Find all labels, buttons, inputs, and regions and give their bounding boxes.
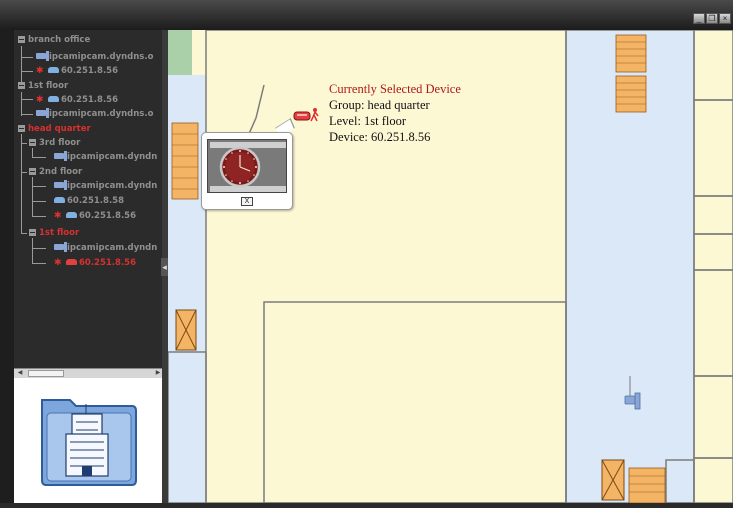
tree-group-head-quarter[interactable]: head quarter	[18, 122, 91, 136]
running-man-icon: ✱	[54, 211, 62, 221]
tree-connector	[32, 248, 46, 249]
tree-item-dvr[interactable]: ✱ 60.251.8.56	[36, 64, 118, 78]
camera-icon	[54, 180, 67, 190]
collapse-icon[interactable]	[18, 36, 25, 43]
tree-connector	[21, 57, 33, 58]
camera-icon	[36, 51, 49, 61]
tree-item-label: head quarter	[28, 124, 91, 134]
restore-button[interactable]: ❐	[706, 13, 718, 24]
tree-group-3rd-floor[interactable]: 3rd floor	[29, 136, 80, 150]
tree-group-1st-floor[interactable]: 1st floor	[18, 79, 68, 93]
selected-device-info: Currently Selected Device Group: head qu…	[329, 81, 461, 145]
left-frame	[0, 30, 14, 508]
tree-item-label: 60.251.8.56	[79, 258, 137, 268]
popup-close-button[interactable]: X	[241, 197, 253, 206]
tree-item-camera[interactable]: ipcamipcam.dyndns.o	[36, 50, 153, 64]
tree-connector	[21, 92, 22, 116]
tree-connector	[32, 186, 46, 187]
dvr-icon	[66, 259, 77, 265]
tree-connector	[21, 143, 27, 144]
tree-connector	[21, 172, 27, 173]
dvr-icon	[48, 96, 59, 102]
tree-item-label: ipcamipcam.dyndn	[67, 181, 158, 191]
scroll-left-icon[interactable]: ◀	[15, 369, 25, 378]
tree-item-label: ipcamipcam.dyndn	[67, 243, 158, 253]
tree-connector	[32, 177, 33, 217]
info-level: Level: 1st floor	[329, 114, 407, 128]
tree-item-label: 60.251.8.56	[79, 211, 137, 221]
tree-item-dvr[interactable]: ✱ 60.251.8.56	[36, 93, 118, 107]
tree-horizontal-scrollbar[interactable]: ◀ ▶	[14, 368, 164, 378]
close-button[interactable]: ×	[719, 13, 731, 24]
tree-connector	[32, 157, 46, 158]
camera-icon	[54, 242, 67, 252]
tree-connector	[32, 238, 33, 264]
tree-item-label: 1st floor	[39, 228, 80, 238]
device-tree[interactable]: branch office ipcamipcam.dyndns.o ✱ 60.25…	[14, 30, 164, 368]
collapse-icon[interactable]	[29, 139, 36, 146]
tree-item-camera[interactable]: ipcamipcam.dyndns.o	[36, 107, 153, 121]
camera-icon	[36, 108, 49, 118]
tree-item-label: 60.251.8.56	[61, 66, 119, 76]
tree-connector	[21, 233, 27, 234]
dvr-icon	[66, 212, 77, 218]
tree-item-label: 60.251.8.56	[61, 95, 119, 105]
tree-group-branch-office[interactable]: branch office	[18, 33, 90, 47]
title-bar: _ ❐ ×	[0, 0, 733, 30]
info-group: Group: head quarter	[329, 98, 430, 112]
running-man-icon: ✱	[36, 66, 44, 76]
window-controls: _ ❐ ×	[693, 13, 731, 24]
tree-item-camera[interactable]: ipcamipcam.dyndn	[54, 179, 157, 193]
dvr-icon	[48, 67, 59, 73]
tree-connector	[21, 134, 22, 234]
building-preview[interactable]	[14, 378, 162, 503]
scrollbar-thumb[interactable]	[28, 370, 64, 377]
tree-item-label: branch office	[28, 35, 91, 45]
camera-icon	[54, 151, 67, 161]
tree-item-label: 2nd floor	[39, 167, 83, 177]
building-icon	[41, 399, 137, 486]
tree-connector	[21, 99, 33, 100]
tree-connector	[32, 201, 46, 202]
tree-item-dvr[interactable]: ✱ 60.251.8.56	[54, 209, 136, 223]
tree-item-camera[interactable]: ipcamipcam.dyndn	[54, 241, 157, 255]
running-man-icon: ✱	[54, 258, 62, 268]
dvr-icon	[54, 197, 65, 203]
tree-connector	[32, 216, 46, 217]
tree-group-1st-floor-hq[interactable]: 1st floor	[29, 226, 79, 240]
collapse-icon[interactable]	[29, 229, 36, 236]
tree-item-camera[interactable]: ipcamipcam.dyndn	[54, 150, 157, 164]
collapse-icon[interactable]	[18, 82, 25, 89]
tree-item-label: 3rd floor	[39, 138, 81, 148]
tree-item-dvr-selected[interactable]: ✱ 60.251.8.56	[54, 256, 136, 270]
tree-group-2nd-floor[interactable]: 2nd floor	[29, 165, 82, 179]
bottom-frame	[0, 503, 733, 508]
tree-item-label: ipcamipcam.dyndns.o	[49, 109, 154, 119]
clock-video-frame	[208, 140, 286, 192]
tree-item-label: 1st floor	[28, 81, 69, 91]
camera-snapshot	[207, 139, 287, 193]
tree-item-label: 60.251.8.58	[67, 196, 125, 206]
tree-connector	[21, 114, 33, 115]
collapse-icon[interactable]	[18, 125, 25, 132]
minimize-button[interactable]: _	[693, 13, 705, 24]
tree-connector	[21, 71, 33, 72]
tree-item-dvr[interactable]: 60.251.8.58	[54, 194, 124, 208]
info-device: Device: 60.251.8.56	[329, 130, 431, 144]
running-man-icon: ✱	[36, 95, 44, 105]
collapse-panel-handle[interactable]: ◂	[161, 258, 168, 276]
tree-connector	[32, 263, 46, 264]
tree-item-label: ipcamipcam.dyndn	[67, 152, 158, 162]
collapse-icon[interactable]	[29, 168, 36, 175]
tree-item-label: ipcamipcam.dyndns.o	[49, 52, 154, 62]
selected-dvr-icon[interactable]	[293, 106, 321, 124]
live-view-popup[interactable]: X	[201, 132, 293, 210]
info-title: Currently Selected Device	[329, 82, 461, 96]
